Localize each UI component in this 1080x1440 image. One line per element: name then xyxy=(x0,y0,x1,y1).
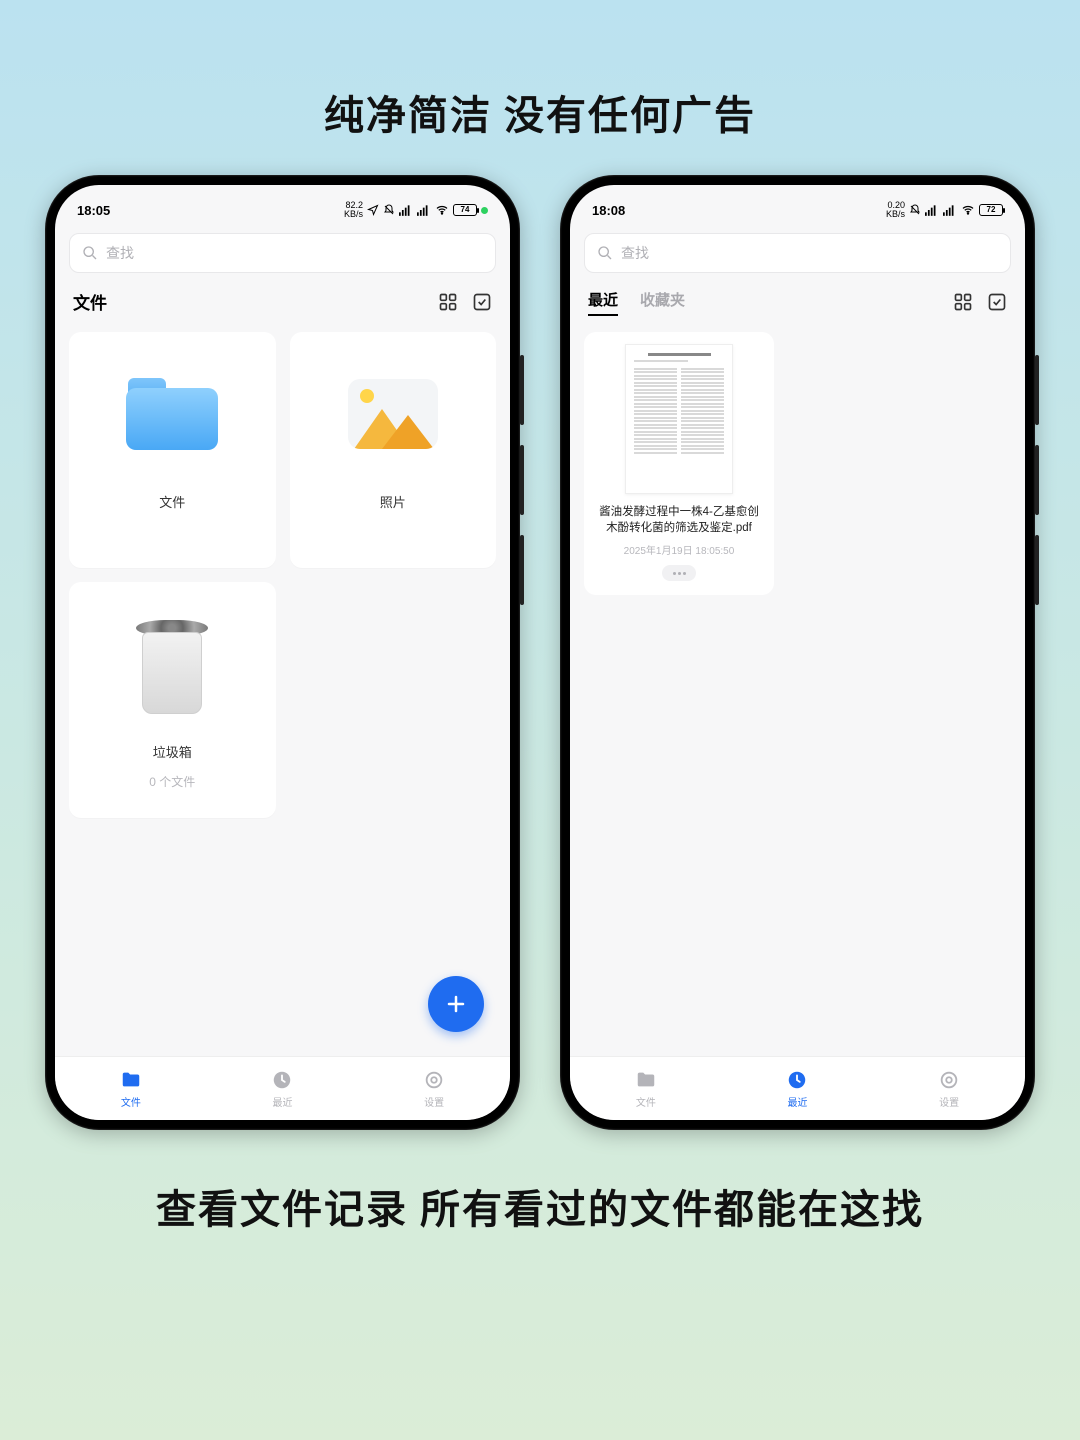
folder-nav-icon xyxy=(120,1069,142,1091)
header-row: 文件 xyxy=(55,273,510,324)
files-card[interactable]: 文件 xyxy=(69,332,276,568)
status-time: 18:05 xyxy=(77,203,110,218)
trash-card[interactable]: 垃圾箱 0 个文件 xyxy=(69,582,276,818)
search-input[interactable]: 查找 xyxy=(584,233,1011,273)
status-bar: 18:08 0.20 KB/s 72 xyxy=(570,193,1025,227)
header-row: 最近 收藏夹 xyxy=(570,273,1025,324)
view-grid-button[interactable] xyxy=(438,292,458,312)
nav-settings[interactable]: 设置 xyxy=(423,1069,445,1109)
category-grid: 文件 照片 垃圾箱 0 个文件 xyxy=(69,332,496,818)
files-label: 文件 xyxy=(159,492,185,511)
view-grid-button[interactable] xyxy=(953,292,973,312)
gear-nav-icon xyxy=(938,1069,960,1091)
search-icon xyxy=(597,245,613,261)
bottom-nav: 文件 最近 设置 xyxy=(55,1056,510,1120)
wifi-icon xyxy=(961,204,975,216)
header-actions xyxy=(953,292,1007,312)
bottom-nav: 文件 最近 设置 xyxy=(570,1056,1025,1120)
content-area: 文件 照片 垃圾箱 0 个文件 xyxy=(55,324,510,1056)
nav-settings-label: 设置 xyxy=(939,1094,959,1109)
status-bar: 18:05 82.2 KB/s 74 xyxy=(55,193,510,227)
photos-card[interactable]: 照片 xyxy=(290,332,497,568)
promo-headline-bottom: 查看文件记录 所有看过的文件都能在这找 xyxy=(0,1177,1080,1235)
recent-file-more-button[interactable] xyxy=(662,565,696,581)
signal-icon-2 xyxy=(943,204,957,216)
trash-count: 0 个文件 xyxy=(149,773,195,790)
content-area: 酱油发酵过程中一株4-乙基愈创木酚转化菌的筛选及鉴定.pdf 2025年1月19… xyxy=(570,324,1025,1056)
recent-file-time: 2025年1月19日 18:05:50 xyxy=(624,542,735,557)
page-title: 文件 xyxy=(73,289,107,314)
battery-icon: 74 xyxy=(453,204,477,216)
clock-nav-icon xyxy=(271,1069,293,1091)
search-placeholder: 查找 xyxy=(106,243,134,263)
mute-icon xyxy=(909,204,921,216)
tab-favorites[interactable]: 收藏夹 xyxy=(640,289,685,314)
nav-recent[interactable]: 最近 xyxy=(271,1069,293,1109)
gear-nav-icon xyxy=(423,1069,445,1091)
checkbox-icon xyxy=(987,292,1007,312)
document-thumbnail-icon xyxy=(625,344,733,494)
camera-active-dot xyxy=(481,207,488,214)
status-time: 18:08 xyxy=(592,203,625,218)
recent-file-name: 酱油发酵过程中一株4-乙基愈创木酚转化菌的筛选及鉴定.pdf xyxy=(594,504,764,536)
photos-label: 照片 xyxy=(380,492,406,511)
battery-icon: 72 xyxy=(979,204,1003,216)
screen-left: 18:05 82.2 KB/s 74 查找 xyxy=(55,185,510,1120)
folder-nav-icon xyxy=(635,1069,657,1091)
wifi-icon xyxy=(435,204,449,216)
header-actions xyxy=(438,292,492,312)
nav-files-label: 文件 xyxy=(636,1094,656,1109)
checkbox-icon xyxy=(472,292,492,312)
search-input[interactable]: 查找 xyxy=(69,233,496,273)
net-speed: 0.20 KB/s xyxy=(886,201,905,219)
select-button[interactable] xyxy=(987,292,1007,312)
select-button[interactable] xyxy=(472,292,492,312)
add-button[interactable] xyxy=(428,976,484,1032)
mute-icon xyxy=(383,204,395,216)
search-icon xyxy=(82,245,98,261)
location-icon xyxy=(367,204,379,216)
phone-right: 18:08 0.20 KB/s 72 查找 xyxy=(560,175,1035,1130)
nav-files[interactable]: 文件 xyxy=(635,1069,657,1109)
signal-icon-2 xyxy=(417,204,431,216)
nav-files-label: 文件 xyxy=(121,1094,141,1109)
status-right: 82.2 KB/s 74 xyxy=(344,201,488,219)
nav-files[interactable]: 文件 xyxy=(120,1069,142,1109)
nav-recent[interactable]: 最近 xyxy=(786,1069,808,1109)
trash-label: 垃圾箱 xyxy=(153,742,192,761)
header-tabs: 最近 收藏夹 xyxy=(588,289,685,314)
phone-left: 18:05 82.2 KB/s 74 查找 xyxy=(45,175,520,1130)
nav-settings[interactable]: 设置 xyxy=(938,1069,960,1109)
trash-icon xyxy=(134,614,210,714)
nav-recent-label: 最近 xyxy=(787,1094,807,1109)
folder-icon xyxy=(126,378,218,450)
signal-icon xyxy=(399,204,413,216)
phones-row: 18:05 82.2 KB/s 74 查找 xyxy=(45,175,1035,1130)
nav-recent-label: 最近 xyxy=(272,1094,292,1109)
signal-icon xyxy=(925,204,939,216)
search-placeholder: 查找 xyxy=(621,243,649,263)
photo-icon xyxy=(348,379,438,449)
plus-icon xyxy=(444,992,468,1016)
nav-settings-label: 设置 xyxy=(424,1094,444,1109)
promo-headline-top: 纯净简洁 没有任何广告 xyxy=(0,83,1080,141)
recent-file-card[interactable]: 酱油发酵过程中一株4-乙基愈创木酚转化菌的筛选及鉴定.pdf 2025年1月19… xyxy=(584,332,774,595)
net-speed: 82.2 KB/s xyxy=(344,201,363,219)
grid-icon xyxy=(438,292,458,312)
grid-icon xyxy=(953,292,973,312)
tab-recent[interactable]: 最近 xyxy=(588,289,618,314)
clock-nav-icon xyxy=(786,1069,808,1091)
screen-right: 18:08 0.20 KB/s 72 查找 xyxy=(570,185,1025,1120)
status-right: 0.20 KB/s 72 xyxy=(886,201,1003,219)
